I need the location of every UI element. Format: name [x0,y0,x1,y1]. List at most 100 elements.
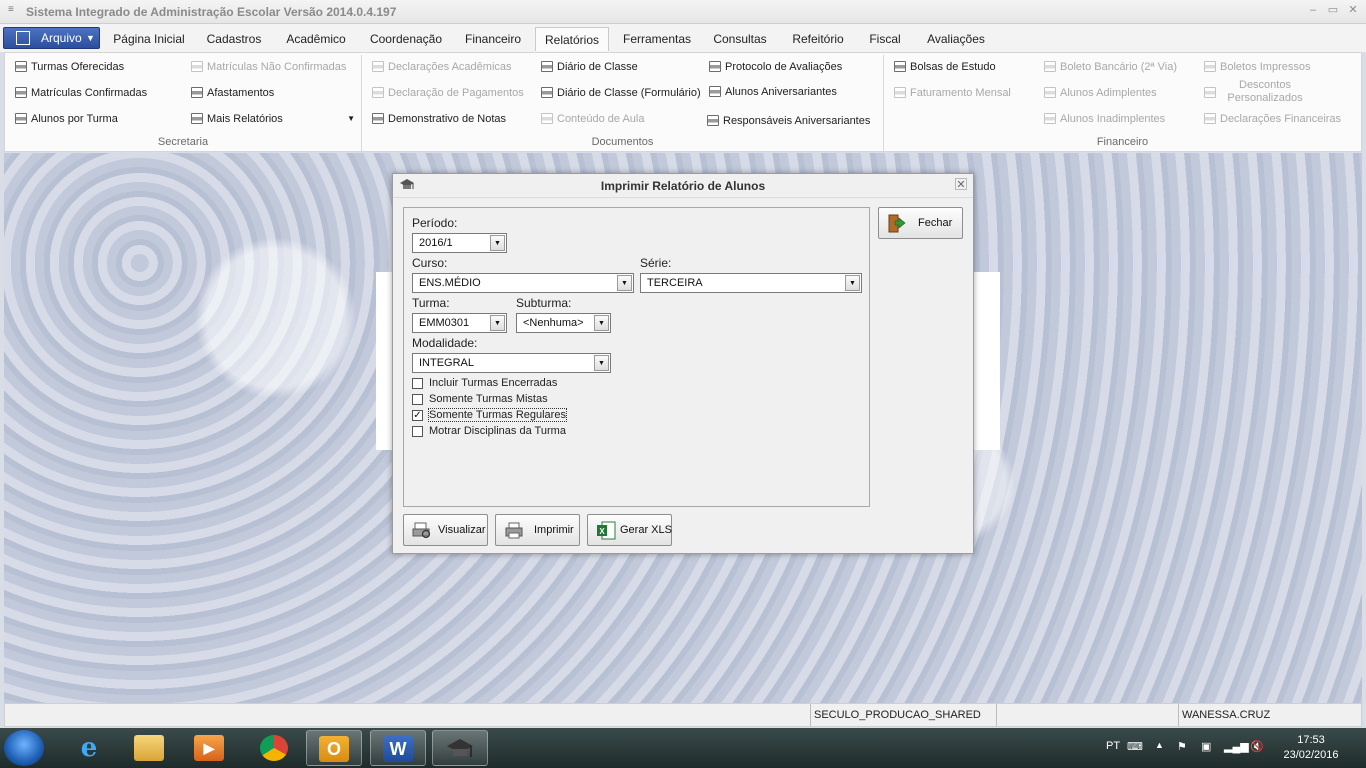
ribbon-label: Protocolo de Avaliações [725,61,843,73]
system-menu-icon[interactable]: ≡ [8,5,18,15]
ribbon-tab-bar: Arquivo ▼ Página Inicial Cadastros Acadê… [0,24,1366,52]
tab-pagina-inicial[interactable]: Página Inicial [106,27,192,51]
serie-select[interactable]: TERCEIRA ▼ [640,273,862,293]
chevron-down-icon[interactable]: ▼ [490,315,505,331]
gerar-xls-label: Gerar XLS [620,524,672,536]
checkbox-box[interactable] [412,426,423,437]
chevron-down-icon[interactable]: ▼ [594,315,609,331]
keyboard-icon[interactable]: ⌨ [1127,740,1143,753]
modalidade-label: Modalidade: [412,336,478,350]
ribbon-matriculas-confirmadas[interactable]: Matrículas Confirmadas [15,84,147,102]
checkbox-box[interactable] [412,394,423,405]
checkmark-icon[interactable]: ✓ [412,410,423,421]
taskbar-word[interactable]: W [370,730,426,766]
clock-time: 17:53 [1297,734,1325,746]
ribbon-alunos-aniversariantes[interactable]: Alunos Aniversariantes [709,83,837,101]
group-secretaria: Secretaria [157,136,209,148]
taskbar-chrome[interactable] [246,730,302,766]
periodo-select[interactable]: 2016/1 ▼ [412,233,507,253]
printer-icon [1044,87,1056,98]
chevron-down-icon: ▼ [86,33,95,43]
turma-select[interactable]: EMM0301 ▼ [412,313,507,333]
tab-coordenacao[interactable]: Coordenação [362,27,450,51]
modalidade-select[interactable]: INTEGRAL ▼ [412,353,611,373]
tab-consultas[interactable]: Consultas [707,27,773,51]
start-button[interactable] [4,730,44,766]
close-icon[interactable]: ✕ [955,178,967,191]
tab-fiscal[interactable]: Fiscal [862,27,908,51]
ribbon-label: Descontos Personalizados [1227,79,1303,104]
ribbon-boletos-impressos: Boletos Impressos [1204,58,1310,76]
system-clock[interactable]: 17:53 23/02/2016 [1276,733,1346,763]
ribbon-label: Faturamento Mensal [910,87,1011,99]
tab-academico[interactable]: Acadêmico [278,27,354,51]
ribbon-protocolo-avaliacoes[interactable]: Protocolo de Avaliações [709,58,842,76]
subturma-select[interactable]: <Nenhuma> ▼ [516,313,611,333]
printer-icon [1204,87,1216,98]
tab-refeitorio[interactable]: Refeitório [783,27,853,51]
printer-icon [15,87,27,98]
chevron-down-icon[interactable]: ▼ [845,275,860,291]
ribbon-bolsas-estudo[interactable]: Bolsas de Estudo [894,58,996,76]
ribbon-demonstrativo-notas[interactable]: Demonstrativo de Notas [372,110,506,128]
close-window-button[interactable]: ✕ [1346,4,1360,16]
tab-avaliacoes[interactable]: Avaliações [917,27,995,51]
tab-financeiro[interactable]: Financeiro [458,27,528,51]
network-icon[interactable]: ▂▄▆ [1224,740,1249,753]
taskbar-outlook[interactable]: O [306,730,362,766]
imprimir-label: Imprimir [534,524,574,536]
print-preview-icon [412,522,431,539]
tab-cadastros[interactable]: Cadastros [198,27,270,51]
action-center-icon[interactable]: ⚑ [1177,740,1187,753]
arquivo-menu-button[interactable]: Arquivo ▼ [3,27,100,49]
printer-icon [707,115,719,126]
printer-icon [191,113,203,124]
ribbon-alunos-por-turma[interactable]: Alunos por Turma [15,110,118,128]
chevron-down-icon: ▼ [347,114,355,123]
dialog-titlebar: Imprimir Relatório de Alunos ✕ [393,174,973,198]
taskbar-media-player[interactable]: ▶ [182,730,238,766]
volume-icon[interactable]: 🔇 [1250,740,1264,753]
tab-ferramentas[interactable]: Ferramentas [617,27,697,51]
chevron-down-icon[interactable]: ▼ [617,275,632,291]
curso-select[interactable]: ENS.MÉDIO ▼ [412,273,634,293]
device-icon[interactable]: ▣ [1201,740,1211,753]
subturma-label: Subturma: [516,296,572,310]
printer-icon [541,61,553,72]
chevron-down-icon[interactable]: ▼ [490,235,505,251]
ribbon-label: Alunos Inadimplentes [1060,113,1166,125]
ribbon-matriculas-nao-confirmadas: Matrículas Não Confirmadas [191,58,346,76]
minimize-button[interactable]: – [1306,4,1320,16]
word-icon: W [383,736,413,762]
checkbox-label: Somente Turmas Regulares [428,408,567,422]
taskbar-internet-explorer[interactable]: e [62,730,118,766]
taskbar-file-explorer[interactable] [122,730,178,766]
tab-relatorios[interactable]: Relatórios [535,27,609,51]
language-indicator[interactable]: PT [1106,740,1120,752]
printer-icon [191,61,203,72]
taskbar-sistema-escolar[interactable] [432,730,488,766]
imprimir-button[interactable]: Imprimir [495,514,580,546]
fechar-button[interactable]: Fechar [878,207,963,239]
ribbon-diario-classe[interactable]: Diário de Classe [541,58,638,76]
curso-value: ENS.MÉDIO [419,277,481,289]
arquivo-label: Arquivo [41,31,82,45]
printer-icon [541,87,553,98]
ribbon-mais-relatorios[interactable]: Mais Relatórios ▼ [191,110,355,128]
app-menu-icon [16,31,30,45]
visualizar-button[interactable]: Visualizar [403,514,488,546]
ribbon-turmas-oferecidas[interactable]: Turmas Oferecidas [15,58,124,76]
fechar-label: Fechar [918,217,953,229]
maximize-button[interactable]: ▭ [1326,4,1340,16]
ribbon-responsaveis-aniversariantes[interactable]: Responsáveis Aniversariantes [707,112,870,130]
outlook-icon: O [319,736,349,762]
show-hidden-icons-icon[interactable]: ▲ [1155,740,1164,750]
gerar-xls-button[interactable]: X Gerar XLS [587,514,672,546]
chevron-down-icon[interactable]: ▼ [594,355,609,371]
ribbon-diario-classe-formulario[interactable]: Diário de Classe (Formulário) [541,84,701,102]
ribbon-afastamentos[interactable]: Afastamentos [191,84,274,102]
ribbon-label: Matrículas Confirmadas [31,87,148,99]
group-documentos: Documentos [591,136,654,148]
checkbox-label: Somente Turmas Mistas [429,393,548,405]
checkbox-box[interactable] [412,378,423,389]
